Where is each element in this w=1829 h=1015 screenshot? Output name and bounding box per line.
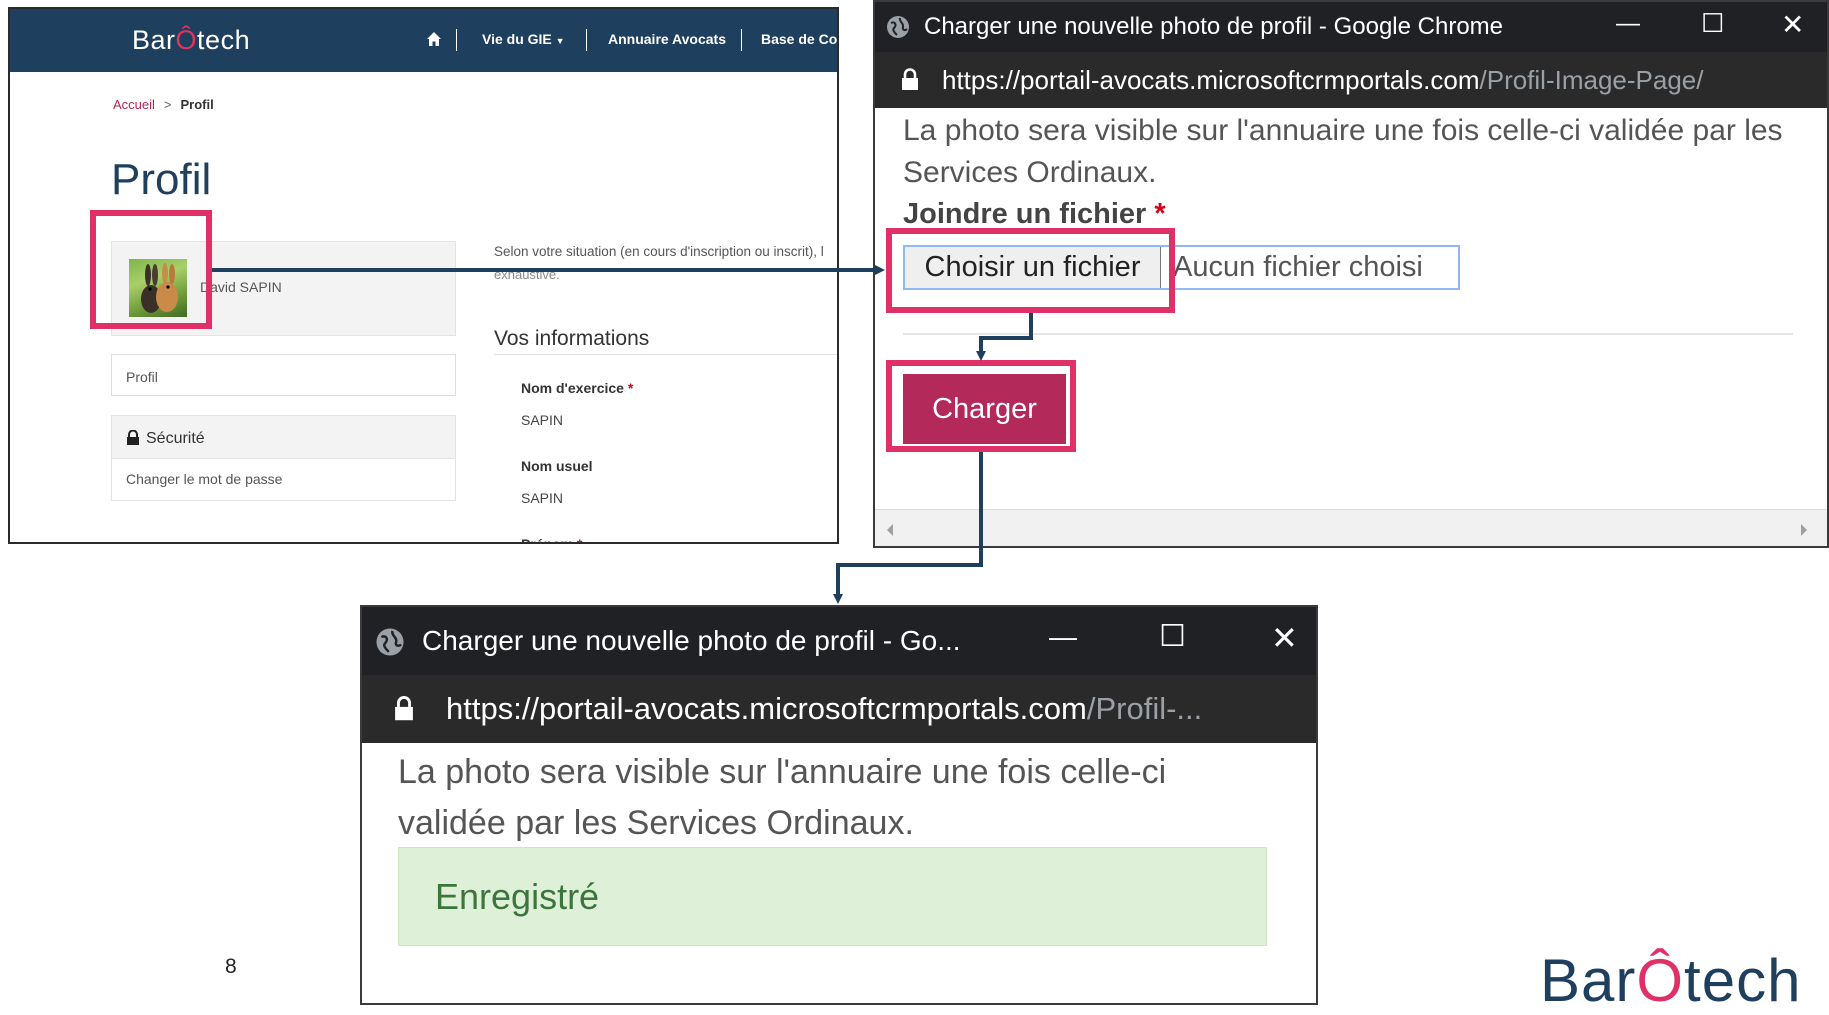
page-number: 8 [225,955,237,978]
arrow-choose-to-charger [976,313,1033,361]
flow-arrows [212,265,1033,604]
arrow-charger-to-success [833,452,983,604]
logo-text-hat: Ô [1636,947,1685,1014]
logo-text-2: tech [1684,947,1802,1014]
barotech-corner-logo: BarÔtech [1540,946,1801,1015]
logo-text-1: Bar [1540,947,1637,1014]
